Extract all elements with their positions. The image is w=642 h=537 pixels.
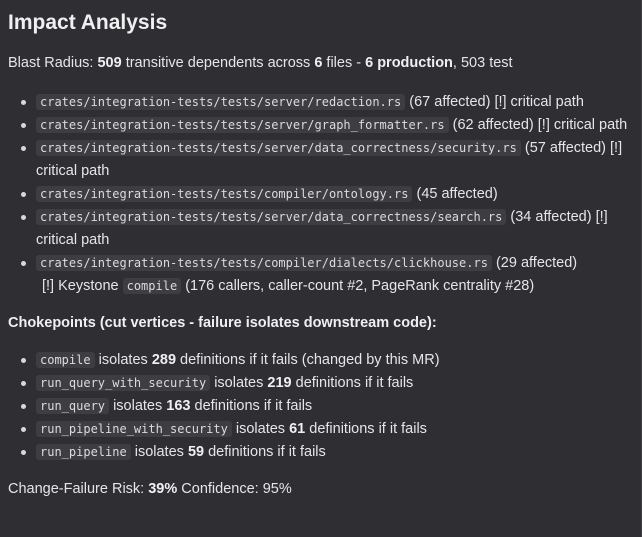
function-name: compile	[36, 352, 95, 368]
risk-value: 39%	[148, 481, 178, 497]
list-item: run_pipeline_with_security isolates 61 d…	[8, 418, 633, 441]
chokepoint-text: isolates	[134, 444, 184, 460]
file-path: crates/integration-tests/tests/compiler/…	[36, 186, 413, 202]
blast-text-a: transitive dependents across	[125, 55, 311, 71]
file-path: crates/integration-tests/tests/server/gr…	[36, 117, 449, 133]
chokepoint-text: isolates	[98, 352, 148, 368]
blast-text-b: files -	[326, 55, 362, 71]
chokepoint-text: definitions if it fails (changed by this…	[180, 352, 440, 368]
blast-count: 509	[97, 55, 122, 71]
chokepoint-count: 289	[151, 352, 177, 368]
keystone-suffix: (176 callers, caller-count #2, PageRank …	[185, 278, 535, 294]
list-item: crates/integration-tests/tests/server/re…	[8, 91, 633, 114]
list-item: crates/integration-tests/tests/compiler/…	[8, 252, 633, 298]
function-name: run_query	[36, 398, 110, 414]
file-path: crates/integration-tests/tests/server/re…	[36, 94, 406, 110]
risk-summary: Change-Failure Risk: 39% Confidence: 95%	[8, 478, 633, 501]
file-detail: (67 affected) [!] critical path	[409, 94, 584, 110]
impact-analysis-panel: Impact Analysis Blast Radius: 509 transi…	[0, 0, 642, 537]
file-path: crates/integration-tests/tests/server/da…	[36, 140, 521, 156]
blast-label: Blast Radius:	[8, 55, 94, 71]
keystone-function: compile	[122, 278, 182, 294]
file-detail: (29 affected)	[495, 255, 578, 271]
list-item: run_query_with_security isolates 219 def…	[8, 372, 633, 395]
chokepoint-count: 219	[267, 375, 292, 391]
blast-production: 6 production	[365, 55, 453, 71]
file-path: crates/integration-tests/tests/compiler/…	[36, 255, 492, 271]
blast-files-count: 6	[314, 55, 323, 71]
file-detail: (62 affected) [!] critical path	[452, 117, 628, 133]
file-detail: (45 affected)	[416, 186, 498, 202]
list-item: crates/integration-tests/tests/server/gr…	[8, 114, 633, 137]
chokepoint-count: 61	[289, 421, 306, 437]
confidence-label: Confidence:	[181, 481, 259, 497]
chokepoints-list: compile isolates 289 definitions if it f…	[8, 349, 633, 464]
risk-label: Change-Failure Risk:	[8, 481, 145, 497]
list-item: run_pipeline isolates 59 definitions if …	[8, 441, 633, 464]
chokepoint-count: 163	[166, 398, 191, 414]
confidence-value: 95%	[262, 481, 292, 497]
list-item: run_query isolates 163 definitions if it…	[8, 395, 633, 418]
chokepoint-text: isolates	[235, 421, 286, 437]
chokepoint-text: definitions if it fails	[295, 375, 414, 391]
blast-radius-summary: Blast Radius: 509 transitive dependents …	[8, 52, 633, 75]
keystone-prefix: [!] Keystone	[42, 278, 119, 294]
list-item: crates/integration-tests/tests/compiler/…	[8, 183, 633, 206]
list-item: compile isolates 289 definitions if it f…	[8, 349, 633, 372]
blast-text-c: , 503 test	[452, 55, 513, 71]
chokepoint-text: isolates	[214, 375, 264, 391]
list-item: crates/integration-tests/tests/server/da…	[8, 206, 633, 252]
keystone-note: [!] Keystone compile (176 callers, calle…	[36, 278, 534, 294]
chokepoints-heading: Chokepoints (cut vertices - failure isol…	[8, 315, 437, 331]
file-path: crates/integration-tests/tests/server/da…	[36, 209, 507, 225]
list-item: crates/integration-tests/tests/server/da…	[8, 137, 633, 183]
chokepoint-text: isolates	[113, 398, 163, 414]
function-name: run_pipeline	[36, 444, 131, 460]
chokepoint-text: definitions if it fails	[194, 398, 313, 414]
chokepoint-text: definitions if it fails	[309, 421, 427, 437]
affected-files-list: crates/integration-tests/tests/server/re…	[8, 91, 633, 298]
page-title: Impact Analysis	[8, 11, 168, 34]
chokepoint-text: definitions if it fails	[208, 444, 326, 460]
function-name: run_query_with_security	[36, 375, 211, 391]
chokepoint-count: 59	[187, 444, 205, 460]
function-name: run_pipeline_with_security	[36, 421, 232, 437]
